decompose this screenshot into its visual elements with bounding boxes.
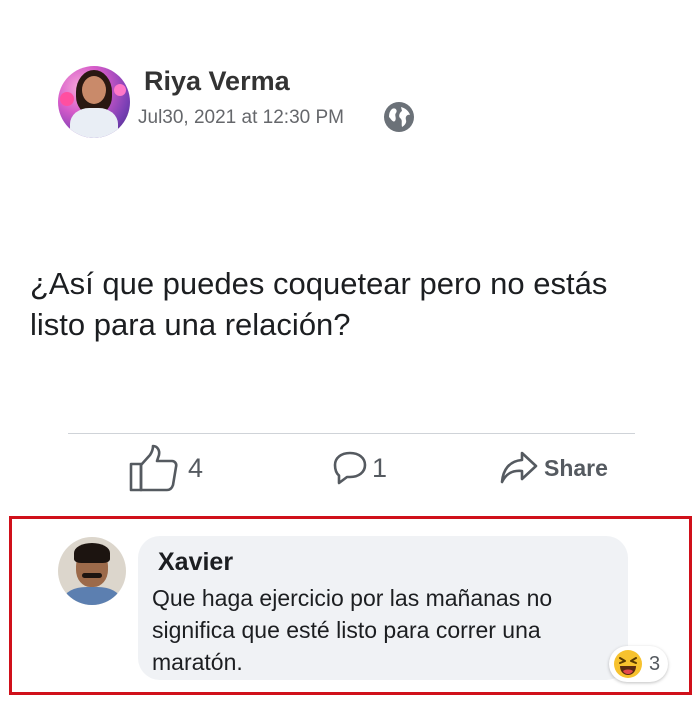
post-text: ¿Así que puedes coquetear pero no estás …	[30, 266, 608, 342]
post-header: Riya Verma Jul30, 2021 at 12:30 PM	[58, 66, 658, 138]
laughing-emoji-icon	[614, 650, 642, 678]
globe-icon	[384, 102, 414, 132]
share-label: Share	[544, 454, 608, 481]
comment-icon	[333, 451, 367, 485]
post-timestamp[interactable]: Jul30, 2021 at 12:30 PM	[138, 107, 344, 129]
actions-divider	[68, 433, 635, 434]
like-button[interactable]: 4	[128, 440, 203, 496]
like-count: 4	[188, 452, 204, 483]
commenter-avatar[interactable]	[58, 537, 126, 605]
share-arrow-icon	[500, 451, 538, 484]
reaction-count: 3	[649, 652, 661, 675]
comment-text: Que haga ejercicio por las mañanas no si…	[152, 585, 553, 675]
thumbs-up-icon	[129, 444, 178, 492]
author-avatar[interactable]	[58, 66, 130, 138]
commenter-name[interactable]: Xavier	[158, 548, 233, 577]
comment-count: 1	[372, 452, 388, 483]
comment-bubble: Xavier Que haga ejercicio por las mañana…	[138, 536, 628, 680]
highlighted-comment: Xavier Que haga ejercicio por las mañana…	[9, 516, 692, 695]
share-button[interactable]: Share	[500, 440, 608, 496]
post-actions-bar: 4 1 Share	[0, 440, 700, 500]
comment-reactions[interactable]: 3	[609, 646, 669, 682]
comment-button[interactable]: 1	[332, 440, 387, 496]
author-name[interactable]: Riya Verma	[144, 66, 290, 97]
